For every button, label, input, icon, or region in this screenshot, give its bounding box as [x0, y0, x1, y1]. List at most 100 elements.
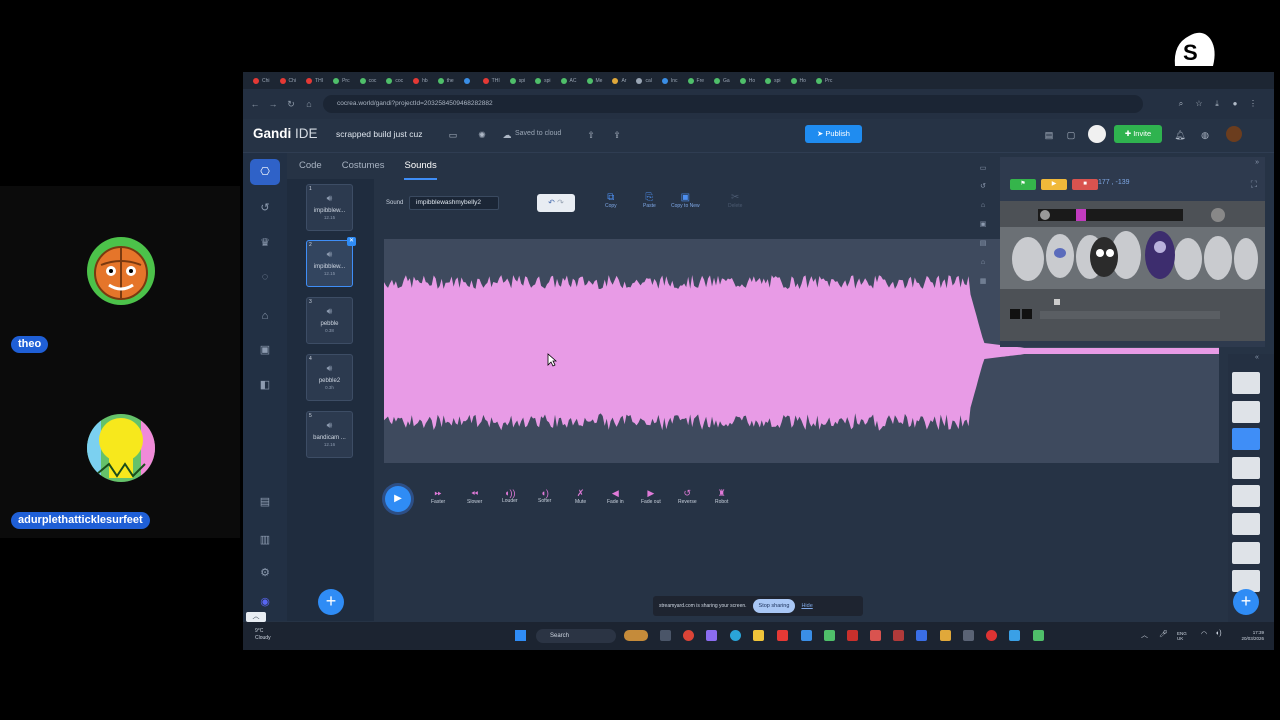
- mic-icon[interactable]: 🎤︎: [1159, 630, 1168, 638]
- effect-louder-button[interactable]: ◖)) Louder: [502, 488, 518, 504]
- browser-tab[interactable]: THI: [302, 74, 327, 87]
- add-sprite-button[interactable]: +: [1233, 589, 1259, 615]
- project-page-icon[interactable]: ▤: [1043, 129, 1055, 141]
- sprite-thumbnail[interactable]: [1232, 401, 1260, 423]
- browser-tab[interactable]: Ar: [608, 74, 630, 87]
- weather-widget[interactable]: 9°C Cloudy: [255, 628, 271, 642]
- paste-button[interactable]: ⎘ Paste: [643, 192, 656, 209]
- effect-slower-button[interactable]: ⏪︎ Slower: [467, 488, 482, 505]
- browser-tab[interactable]: Ga: [710, 74, 734, 87]
- stage-canvas[interactable]: [1000, 201, 1265, 341]
- browser-tab[interactable]: hb: [409, 74, 432, 87]
- editor-icon[interactable]: ⎔: [250, 159, 280, 185]
- user-avatar[interactable]: [1226, 126, 1242, 142]
- file-explorer-icon[interactable]: [753, 630, 764, 641]
- address-bar[interactable]: cocrea.world/gandi?projectId=20325845094…: [323, 95, 1143, 113]
- store-icon[interactable]: [801, 630, 812, 641]
- app-icon[interactable]: [870, 630, 881, 641]
- browser-tab[interactable]: Ho: [787, 74, 810, 87]
- pause-button[interactable]: ▶: [1041, 179, 1067, 190]
- browser-tab[interactable]: Chi: [276, 74, 301, 87]
- effect-reverse-button[interactable]: ↺ Reverse: [678, 488, 697, 505]
- delete-button[interactable]: ✂ Delete: [728, 192, 742, 209]
- invite-button[interactable]: ✚ Invite: [1114, 125, 1162, 143]
- copy-to-new-button[interactable]: ▣ Copy to New: [671, 192, 700, 209]
- share-icon[interactable]: ⇪: [611, 129, 623, 141]
- tab-sounds[interactable]: Sounds: [404, 160, 437, 180]
- hint-icon[interactable]: ◌: [257, 269, 273, 285]
- console-icon[interactable]: ▤: [978, 239, 988, 249]
- bookmark-star-icon[interactable]: ☆: [1194, 99, 1204, 109]
- windows-start-icon[interactable]: [515, 630, 526, 641]
- browser-tab[interactable]: coc: [356, 74, 381, 87]
- sprite-thumbnail-selected[interactable]: [1232, 428, 1260, 450]
- sprite-thumbnail[interactable]: [1232, 542, 1260, 564]
- browser-tab[interactable]: Chi: [249, 74, 274, 87]
- globe-icon[interactable]: ◍: [1199, 129, 1211, 141]
- stop-sharing-button[interactable]: Stop sharing: [752, 599, 796, 613]
- task-view-icon[interactable]: [660, 630, 671, 641]
- project-title[interactable]: scrapped build just cuz: [336, 129, 422, 139]
- publish-button[interactable]: ➤ Publish: [805, 125, 862, 143]
- sound-item-selected[interactable]: 2 🔊︎ impibblew... 12.15 ✕: [306, 237, 356, 287]
- sprite-thumbnail[interactable]: [1232, 485, 1260, 507]
- browser-tab[interactable]: [460, 74, 477, 87]
- tab-costumes[interactable]: Costumes: [342, 160, 385, 180]
- extension-icon[interactable]: ◧: [257, 377, 273, 393]
- hide-link[interactable]: Hide: [801, 603, 812, 609]
- sprite-thumbnail[interactable]: [1232, 513, 1260, 535]
- youtube-icon[interactable]: [777, 630, 788, 641]
- tab-code[interactable]: Code: [299, 160, 322, 180]
- menu-icon[interactable]: ⋮: [1248, 99, 1258, 109]
- assets-icon[interactable]: ⌂: [257, 308, 273, 324]
- bell-icon[interactable]: 🔔︎: [1174, 129, 1186, 141]
- app-icon[interactable]: [893, 630, 904, 641]
- history-icon[interactable]: ↺: [978, 182, 988, 192]
- collapse-icon[interactable]: »: [1255, 159, 1259, 166]
- collapse-sprites-icon[interactable]: «: [1255, 354, 1259, 361]
- gandi-logo[interactable]: Gandi IDE: [253, 126, 318, 141]
- browser-tab[interactable]: Fre: [684, 74, 709, 87]
- zoom-icon[interactable]: ⌕: [1176, 99, 1186, 109]
- green-flag-button[interactable]: ⚑: [1010, 179, 1036, 190]
- sound-item[interactable]: 5 🔊︎ bandicam ... 12.16: [306, 411, 353, 458]
- volume-icon[interactable]: ◖): [1215, 630, 1222, 637]
- stop-button[interactable]: ■: [1072, 179, 1098, 190]
- app-icon[interactable]: [1009, 630, 1020, 641]
- effect-mute-button[interactable]: ✗ Mute: [575, 488, 586, 505]
- reload-icon[interactable]: ↻: [285, 98, 297, 110]
- edge-icon[interactable]: [730, 630, 741, 641]
- upload-icon[interactable]: ⇧: [585, 129, 597, 141]
- obs-icon[interactable]: [986, 630, 997, 641]
- performance-icon[interactable]: ⌂: [978, 258, 988, 268]
- discord-icon[interactable]: ◉: [257, 594, 273, 610]
- app-icon[interactable]: [916, 630, 927, 641]
- effect-fade-out-button[interactable]: ▶ Fade out: [641, 488, 661, 505]
- browser-tab[interactable]: spi: [531, 74, 554, 87]
- taskbar-search[interactable]: Search: [536, 629, 616, 643]
- settings-gear-icon[interactable]: ⚙: [257, 565, 273, 581]
- notes-icon[interactable]: ▦: [978, 277, 988, 287]
- app-icon[interactable]: [1033, 630, 1044, 641]
- browser-tab[interactable]: Inc: [658, 74, 682, 87]
- chrome-icon[interactable]: [683, 630, 694, 641]
- sprite-thumbnail[interactable]: [1232, 372, 1260, 394]
- profile-icon[interactable]: ●: [1230, 99, 1240, 109]
- browser-tab[interactable]: cal: [632, 74, 655, 87]
- copilot-icon[interactable]: [706, 630, 717, 641]
- sprite-thumbnail[interactable]: [1232, 457, 1260, 479]
- browser-tab[interactable]: spi: [506, 74, 529, 87]
- app-icon[interactable]: [824, 630, 835, 641]
- sound-item[interactable]: 4 🔊︎ pebble2 0.3h: [306, 354, 353, 401]
- screenshot-icon[interactable]: ▣: [978, 220, 988, 230]
- sound-item[interactable]: 3 🔊︎ pebble 0.38: [306, 297, 353, 344]
- effect-fade-in-button[interactable]: ◀ Fade in: [607, 488, 624, 505]
- download-icon[interactable]: ⤓: [1212, 99, 1222, 109]
- play-button[interactable]: ▶: [385, 486, 411, 512]
- sound-name-input[interactable]: impibblewashmybelly2: [409, 196, 499, 210]
- widgets-icon[interactable]: [624, 630, 648, 641]
- browser-tab[interactable]: the: [434, 74, 458, 87]
- delete-sound-icon[interactable]: ✕: [347, 237, 356, 246]
- sound-item[interactable]: 1 🔊︎ impibblew... 12.15: [306, 184, 353, 231]
- browser-tab[interactable]: Prc: [329, 74, 354, 87]
